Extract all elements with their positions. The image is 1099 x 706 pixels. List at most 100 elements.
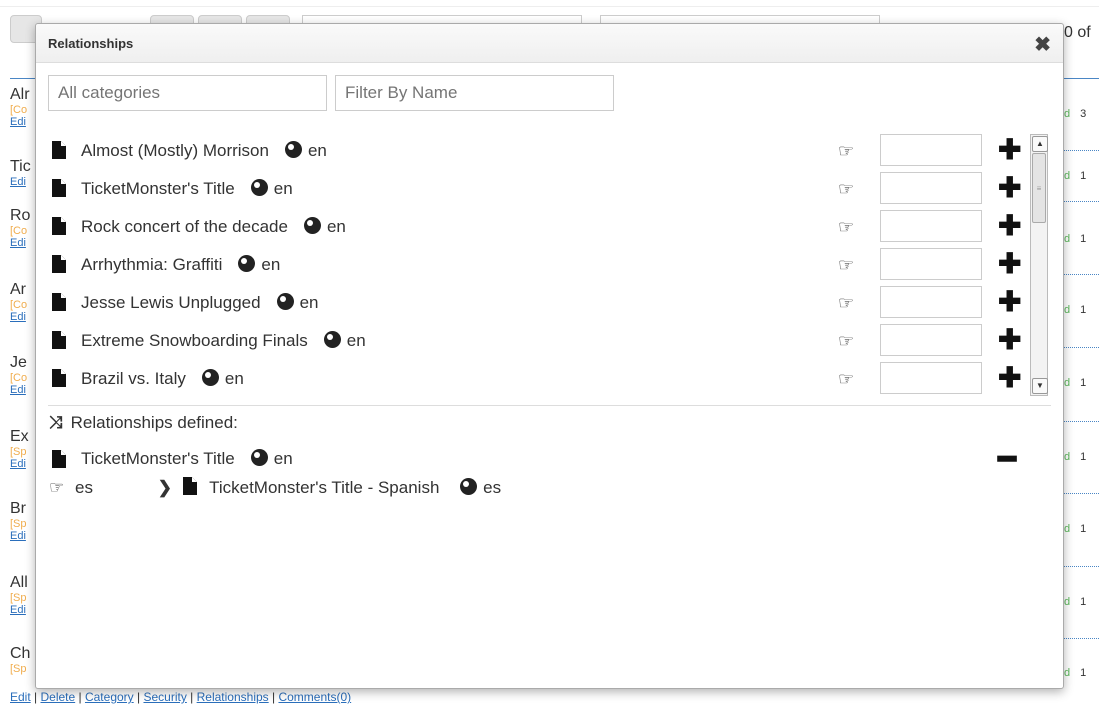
add-icon[interactable]: ✚ <box>998 286 1021 318</box>
add-icon[interactable]: ✚ <box>998 248 1021 280</box>
add-icon[interactable]: ✚ <box>998 362 1021 394</box>
pointing-hand-icon: ☞ <box>838 179 855 199</box>
comments-link[interactable]: Comments(0) <box>278 690 351 704</box>
defined-relationship-row: TicketMonster's Title en ━ <box>48 443 1053 476</box>
item-count: 1 <box>1080 667 1087 679</box>
relationships-defined-heading: ⤨ Relationships defined: <box>49 413 238 432</box>
section-divider <box>48 405 1051 406</box>
category-filter-input[interactable] <box>48 75 327 111</box>
relationship-type-input[interactable] <box>880 172 982 204</box>
relationship-type-label: es <box>74 478 93 497</box>
item-status: d1 <box>1064 377 1087 389</box>
row-separator <box>1064 150 1099 151</box>
item-count: 1 <box>1080 304 1087 316</box>
content-title: Brazil vs. Italy en <box>81 369 244 389</box>
edit-link[interactable]: Edit <box>10 690 31 704</box>
item-count: 1 <box>1080 233 1087 245</box>
content-title: Almost (Mostly) Morrison en <box>81 141 327 160</box>
scroll-up-icon[interactable]: ▲ <box>1032 136 1048 152</box>
globe-icon <box>250 179 268 196</box>
add-icon[interactable]: ✚ <box>998 324 1021 356</box>
dialog-header: Relationships ✖ <box>36 24 1063 63</box>
relationship-type-input[interactable] <box>880 324 982 356</box>
relationships-link[interactable]: Relationships <box>197 690 269 704</box>
pointing-hand-icon: ☞ <box>838 331 855 351</box>
content-row: Arrhythmia: Graffiti en ☞ ✚ <box>48 248 1053 282</box>
language-label: en <box>250 449 293 469</box>
language-label: en <box>250 179 293 199</box>
item-count: 1 <box>1080 523 1087 535</box>
globe-icon <box>201 369 219 386</box>
content-row: Rock concert of the decade en ☞ ✚ <box>48 210 1053 244</box>
relationship-type-input[interactable] <box>880 286 982 318</box>
category-link[interactable]: Category <box>85 690 134 704</box>
document-icon <box>52 217 66 235</box>
language-label: en <box>323 331 366 351</box>
document-icon <box>52 255 66 273</box>
name-filter-input[interactable] <box>335 75 614 111</box>
item-status: d1 <box>1064 304 1087 316</box>
shuffle-icon: ⤨ <box>49 413 63 432</box>
language-label: en <box>303 217 346 237</box>
relationship-type-input[interactable] <box>880 362 982 394</box>
document-icon <box>52 450 66 468</box>
item-status: d1 <box>1064 523 1087 535</box>
row-separator <box>1064 201 1099 202</box>
content-row: TicketMonster's Title en ☞ ✚ <box>48 172 1053 206</box>
scroll-down-icon[interactable]: ▼ <box>1032 378 1048 394</box>
item-action-links: Edit | Delete | Category | Security | Re… <box>10 690 352 704</box>
row-separator <box>1064 421 1099 422</box>
top-rule <box>0 6 1099 7</box>
content-title: TicketMonster's Title en <box>81 179 293 199</box>
item-count: 1 <box>1080 451 1087 463</box>
globe-icon <box>284 141 302 158</box>
pagination-count: 0 of <box>1064 24 1091 41</box>
item-status: d1 <box>1064 170 1087 182</box>
document-icon <box>52 179 66 197</box>
globe-icon <box>303 217 321 234</box>
content-title: Arrhythmia: Graffiti en <box>81 255 281 275</box>
add-icon[interactable]: ✚ <box>998 172 1021 204</box>
relationship-type-input[interactable] <box>880 134 982 166</box>
relationship-type-input[interactable] <box>880 210 982 242</box>
add-icon[interactable]: ✚ <box>998 134 1021 166</box>
item-status: d3 <box>1064 108 1087 120</box>
dialog-title: Relationships <box>48 36 134 51</box>
item-status: d1 <box>1064 451 1087 463</box>
close-icon[interactable]: ✖ <box>1034 32 1051 57</box>
pointing-hand-icon: ☞ <box>838 217 855 237</box>
security-link[interactable]: Security <box>143 690 186 704</box>
document-icon <box>52 141 66 159</box>
language-label: en <box>276 293 318 313</box>
relationship-type-input[interactable] <box>880 248 982 280</box>
item-count: 1 <box>1080 170 1087 182</box>
item-count: 1 <box>1080 377 1087 389</box>
content-row: Extreme Snowboarding Finals en ☞ ✚ <box>48 324 1053 358</box>
remove-icon[interactable]: ━ <box>998 442 1016 477</box>
item-count: 3 <box>1080 108 1087 120</box>
globe-icon <box>250 449 268 466</box>
content-row: Brazil vs. Italy en ☞ ✚ <box>48 362 1053 396</box>
delete-link[interactable]: Delete <box>40 690 75 704</box>
row-separator <box>1064 347 1099 348</box>
content-row: Almost (Mostly) Morrison en ☞ ✚ <box>48 134 1053 168</box>
pointing-hand-icon: ☞ <box>49 478 65 497</box>
language-label: es <box>460 478 501 498</box>
globe-icon <box>276 293 294 310</box>
add-icon[interactable]: ✚ <box>998 210 1021 242</box>
content-title: Rock concert of the decade en <box>81 217 346 237</box>
relationships-dialog: Relationships ✖ Almost (Mostly) Morrison… <box>35 23 1064 689</box>
pointing-hand-icon: ☞ <box>838 255 855 275</box>
pointing-hand-icon: ☞ <box>838 369 855 389</box>
content-list-scrollbar[interactable]: ▲ ≡ ▼ <box>1030 134 1048 396</box>
language-label: en <box>238 255 280 275</box>
document-icon <box>52 293 66 311</box>
pointing-hand-icon: ☞ <box>838 293 855 313</box>
scrollbar-thumb[interactable]: ≡ <box>1032 153 1046 223</box>
globe-icon <box>460 478 478 495</box>
item-status: d1 <box>1064 596 1087 608</box>
chevron-right-icon: ❯ <box>157 478 172 497</box>
language-label: en <box>201 369 244 389</box>
content-title: Extreme Snowboarding Finals en <box>81 331 366 351</box>
globe-icon <box>323 331 341 348</box>
